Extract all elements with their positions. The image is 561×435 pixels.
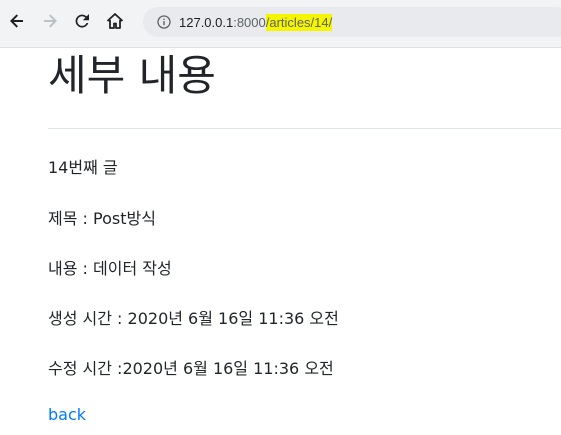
updated-time: 수정 시간 :2020년 6월 16일 11:36 오전 (48, 359, 334, 378)
article-number: 14번째 글 (48, 158, 118, 177)
url-host: 127.0.0.1 (179, 14, 234, 30)
title-divider (48, 128, 561, 130)
home-button[interactable] (103, 9, 127, 33)
address-bar[interactable]: 127.0.0.1:8000/articles/14/ (143, 7, 561, 37)
created-time: 생성 시간 : 2020년 6월 16일 11:36 오전 (48, 309, 339, 328)
article-content: 내용 : 데이터 작성 (48, 259, 172, 278)
back-button[interactable] (5, 9, 29, 33)
forward-button[interactable] (38, 9, 62, 33)
arrow-right-icon (41, 12, 59, 30)
back-link[interactable]: back (48, 403, 86, 427)
reload-icon (73, 12, 91, 30)
url-port: :8000 (233, 14, 266, 30)
browser-toolbar: 127.0.0.1:8000/articles/14/ (0, 0, 561, 48)
page-content: 세부 내용 14번째 글 제목 : Post방식 내용 : 데이터 작성 생성 … (48, 48, 561, 424)
info-icon[interactable] (157, 15, 171, 29)
arrow-left-icon (8, 12, 26, 30)
page-title: 세부 내용 (48, 51, 216, 100)
article-title: 제목 : Post방식 (48, 209, 156, 228)
reload-button[interactable] (70, 9, 94, 33)
home-icon (106, 12, 124, 30)
url-path-highlighted: /articles/14/ (265, 13, 333, 31)
